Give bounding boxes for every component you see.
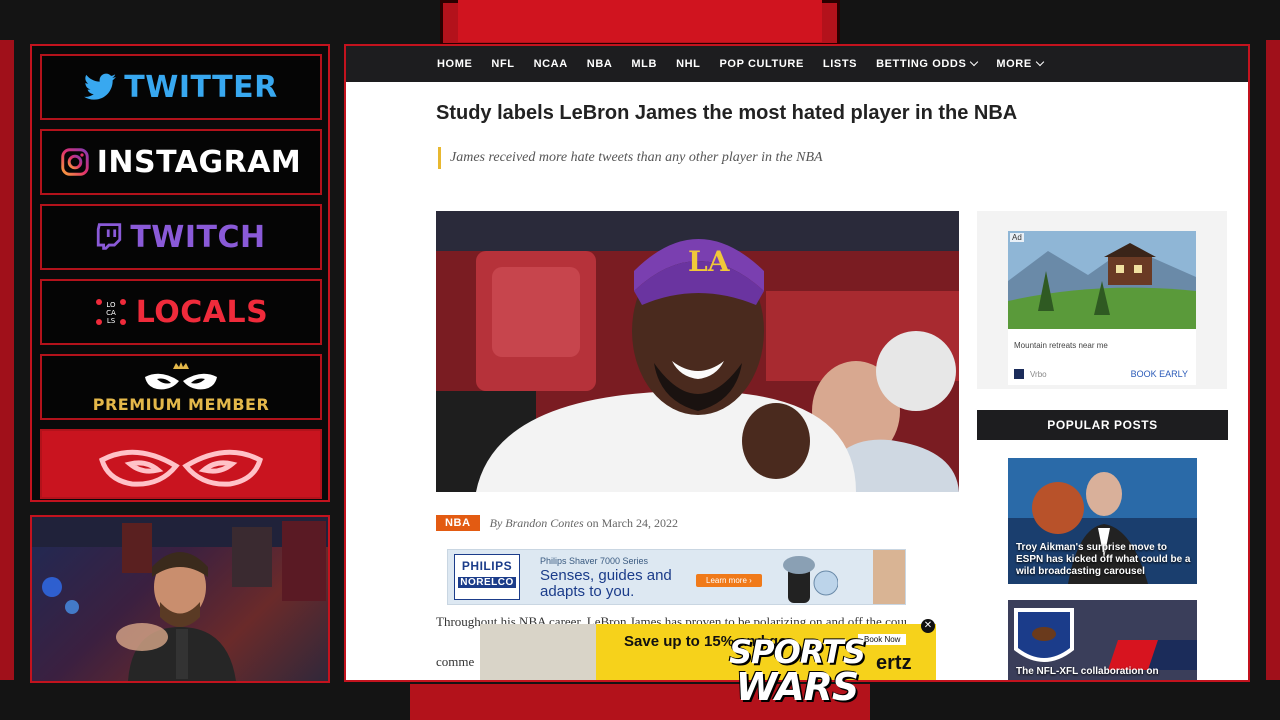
twitter-icon bbox=[84, 73, 117, 100]
article-hero-image: LA bbox=[436, 211, 959, 492]
ad-label: Ad bbox=[1010, 233, 1024, 242]
nav-ncaa[interactable]: NCAA bbox=[534, 58, 568, 70]
date-prefix: on bbox=[586, 515, 599, 530]
nav-nhl[interactable]: NHL bbox=[676, 58, 700, 70]
popular-post-2-title: The NFL-XFL collaboration on bbox=[1016, 666, 1159, 677]
locals-icon: LO CA LS bbox=[95, 299, 126, 325]
svg-text:LS: LS bbox=[107, 317, 116, 325]
byline: By Brandon Contes on March 24, 2022 bbox=[490, 516, 678, 531]
byline-prefix: By bbox=[489, 515, 503, 530]
svg-text:LA: LA bbox=[688, 245, 731, 278]
popular-posts-header: POPULAR POSTS bbox=[977, 410, 1228, 440]
philips-brand-line1: PHILIPS bbox=[461, 559, 513, 573]
svg-text:CA: CA bbox=[106, 309, 116, 317]
sports-wars-line2: WARS bbox=[735, 665, 860, 709]
shaver-product-image bbox=[783, 556, 838, 603]
premium-member-label: PREMIUM MEMBER bbox=[92, 394, 270, 414]
mask-logo-icon bbox=[99, 449, 263, 487]
vrbo-logo-icon bbox=[1014, 369, 1024, 379]
svg-text:LO: LO bbox=[106, 301, 116, 309]
article-headline: Study labels LeBron James the most hated… bbox=[436, 102, 1018, 124]
article-subhead: James received more hate tweets than any… bbox=[438, 147, 823, 169]
nav-betting-odds-label: BETTING ODDS bbox=[876, 58, 967, 70]
site-nav: HOME NFL NCAA NBA MLB NHL POP CULTURE LI… bbox=[346, 46, 1248, 82]
article-body-line3-text: comme bbox=[436, 654, 475, 669]
popular-post-1[interactable]: Troy Aikman's surprise move to ESPN has … bbox=[1008, 458, 1197, 584]
sports-wars-line1: SPORTS bbox=[729, 633, 866, 671]
frame-edge-right bbox=[1266, 40, 1280, 680]
sports-wars-logo: SPORTS WARS bbox=[722, 636, 872, 710]
frame-edge-left bbox=[0, 40, 14, 680]
nav-betting-odds[interactable]: BETTING ODDS bbox=[876, 57, 979, 70]
sidebar-ad-caption: Mountain retreats near me bbox=[1014, 341, 1108, 350]
instagram-link[interactable]: INSTAGRAM bbox=[40, 129, 322, 195]
sidebar-ad-source: Vrbo bbox=[1030, 370, 1047, 379]
frame-top-red-inner bbox=[458, 0, 822, 42]
instagram-icon bbox=[61, 148, 89, 176]
category-tag[interactable]: NBA bbox=[436, 515, 480, 531]
popular-post-1-title: Troy Aikman's surprise move to ESPN has … bbox=[1016, 542, 1191, 577]
nav-nba[interactable]: NBA bbox=[587, 58, 613, 70]
sidebar-ad-card: Ad Mountain retreats near me Vrbo BOOK E… bbox=[1008, 231, 1196, 385]
crown-mask-icon bbox=[145, 361, 217, 389]
sidebar-ad[interactable]: Ad Mountain retreats near me Vrbo BOOK E… bbox=[977, 211, 1227, 389]
webcam-scene bbox=[32, 517, 328, 681]
locals-label: LOCALS bbox=[135, 294, 269, 330]
chevron-down-icon bbox=[1035, 57, 1045, 67]
nav-more[interactable]: MORE bbox=[996, 57, 1045, 70]
instagram-label: INSTAGRAM bbox=[96, 144, 302, 180]
mountain-cabin-image bbox=[1008, 231, 1196, 329]
twitch-icon bbox=[97, 223, 122, 250]
twitch-label: TWITCH bbox=[130, 219, 266, 255]
philips-brand: PHILIPS NORELCO bbox=[454, 554, 520, 600]
twitter-link[interactable]: TWITTER bbox=[40, 54, 322, 120]
ad-close-icon[interactable]: ✕ bbox=[921, 619, 935, 633]
article-meta: NBA By Brandon Contes on March 24, 2022 bbox=[436, 515, 678, 531]
nav-home[interactable]: HOME bbox=[437, 58, 472, 70]
webcam-feed bbox=[30, 515, 330, 683]
premium-member-link[interactable]: PREMIUM MEMBER bbox=[40, 354, 322, 420]
philips-tagline: Senses, guides and adapts to you. bbox=[540, 567, 672, 600]
social-panel: TWITTER INSTAGRAM TWITCH LO CA LS LOCALS… bbox=[30, 44, 330, 502]
sidebar-ad-cta[interactable]: BOOK EARLY bbox=[1131, 369, 1188, 379]
chevron-down-icon bbox=[970, 57, 979, 67]
twitch-link[interactable]: TWITCH bbox=[40, 204, 322, 270]
ad-model-photo bbox=[873, 550, 905, 604]
nav-more-label: MORE bbox=[996, 58, 1032, 70]
hertz-brand: ertz bbox=[876, 652, 912, 674]
locals-link[interactable]: LO CA LS LOCALS bbox=[40, 279, 322, 345]
philips-small-text: Philips Shaver 7000 Series bbox=[540, 556, 649, 566]
author-name[interactable]: Brandon Contes bbox=[505, 516, 583, 530]
browser-content: HOME NFL NCAA NBA MLB NHL POP CULTURE LI… bbox=[344, 44, 1250, 682]
nav-mlb[interactable]: MLB bbox=[631, 58, 657, 70]
hero-photo: LA bbox=[436, 211, 959, 492]
philips-brand-line2: NORELCO bbox=[458, 577, 516, 588]
nav-nfl[interactable]: NFL bbox=[491, 58, 514, 70]
nav-pop-culture[interactable]: POP CULTURE bbox=[719, 58, 803, 70]
popular-post-2[interactable]: The NFL-XFL collaboration on bbox=[1008, 600, 1197, 680]
philips-ad-banner[interactable]: PHILIPS NORELCO Philips Shaver 7000 Seri… bbox=[447, 549, 906, 605]
brand-logo-tile[interactable] bbox=[40, 429, 322, 499]
twitter-label: TWITTER bbox=[124, 69, 278, 105]
nav-lists[interactable]: LISTS bbox=[823, 58, 857, 70]
hertz-ad-photo bbox=[480, 624, 596, 680]
philips-cta-button[interactable]: Learn more › bbox=[696, 574, 762, 587]
publish-date: March 24, 2022 bbox=[601, 515, 678, 530]
